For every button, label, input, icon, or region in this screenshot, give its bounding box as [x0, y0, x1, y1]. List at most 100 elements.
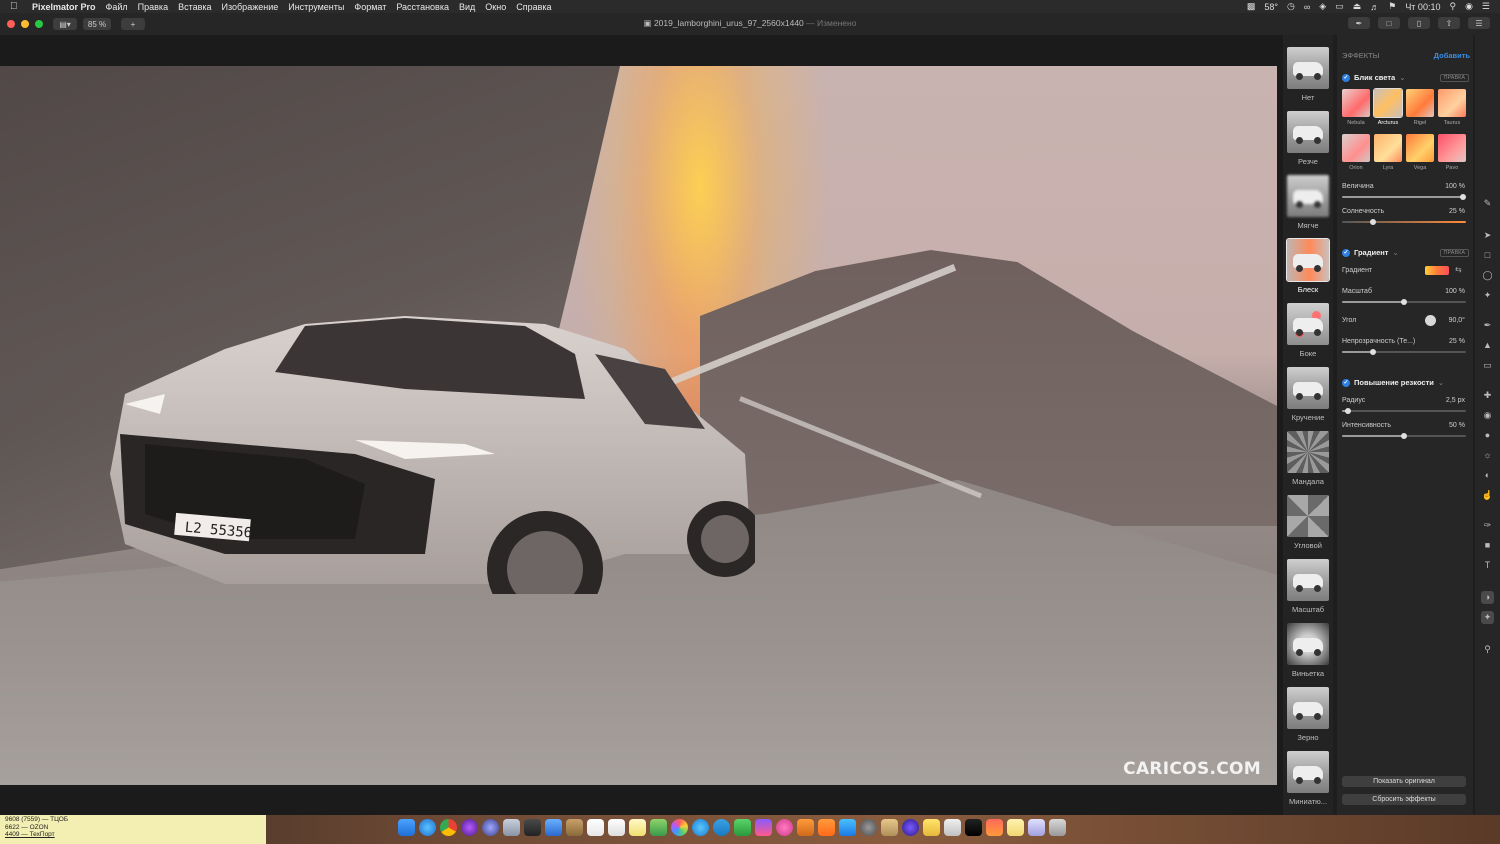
effect-soften-thumb[interactable] [1287, 175, 1329, 217]
maps-icon[interactable] [650, 819, 667, 836]
magnitude-slider[interactable] [1342, 194, 1466, 200]
wifi-icon[interactable]: ◈ [1319, 1, 1326, 12]
inspector-toggle-button[interactable]: ☰ [1468, 17, 1490, 29]
adjust-tool-icon[interactable]: ◑ [1481, 591, 1494, 604]
textedit-icon[interactable] [944, 819, 961, 836]
eject-icon[interactable]: ⏏ [1353, 1, 1362, 12]
podcasts-icon[interactable] [461, 819, 478, 836]
light-leak-edit-badge[interactable]: ПРАВКА [1439, 74, 1469, 82]
add-button[interactable]: + [121, 18, 145, 30]
gradient-swatch[interactable] [1425, 266, 1449, 275]
opacity-value[interactable]: 25 % [1449, 338, 1465, 345]
menu-view[interactable]: Вид [459, 2, 475, 12]
effect-miniature-thumb[interactable] [1287, 751, 1329, 793]
clone-tool-icon[interactable]: ◉ [1481, 409, 1494, 422]
light-leak-checkbox[interactable]: ✓ [1342, 73, 1350, 82]
preset-arcturus[interactable] [1373, 88, 1403, 118]
zoom-tool-icon[interactable]: ⚲ [1481, 643, 1494, 656]
vlc-icon[interactable] [797, 819, 814, 836]
preset-orion[interactable] [1342, 134, 1370, 162]
repair-tool-icon[interactable]: ✚ [1481, 389, 1494, 402]
contacts-icon[interactable] [566, 819, 583, 836]
gradient-header[interactable]: ✓ Градиент ⌄ [1342, 248, 1399, 257]
paint-tool-icon[interactable]: ✒ [1481, 319, 1494, 332]
system-preferences-icon[interactable] [860, 819, 877, 836]
safari-icon[interactable] [419, 819, 436, 836]
temperature-label[interactable]: 58° [1264, 2, 1278, 12]
preset-vega[interactable] [1406, 134, 1434, 162]
notes-app-icon[interactable] [629, 819, 646, 836]
opacity-slider[interactable] [1342, 349, 1466, 355]
effect-none-thumb[interactable] [1287, 47, 1329, 89]
preset-pavo[interactable] [1438, 134, 1466, 162]
effect-twirl-thumb[interactable] [1287, 367, 1329, 409]
siri-icon[interactable]: ◉ [1465, 1, 1473, 12]
volume-icon[interactable]: ♬ [1370, 2, 1379, 12]
books-icon[interactable] [818, 819, 835, 836]
cpu-meter-icon[interactable]: ▩ [1247, 1, 1256, 12]
scale-value[interactable]: 100 % [1445, 288, 1465, 295]
arrange-tool-icon[interactable]: ➤ [1481, 229, 1494, 242]
mission-control-icon[interactable] [524, 819, 541, 836]
sponge-tool-icon[interactable]: ◐ [1481, 469, 1494, 482]
effect-bokeh-thumb[interactable] [1287, 303, 1329, 345]
reset-effects-button[interactable]: Сбросить эффекты [1342, 794, 1466, 805]
radius-slider[interactable] [1342, 408, 1466, 414]
share-button[interactable]: ⇧ [1438, 17, 1460, 29]
effect-glow-thumb[interactable] [1286, 238, 1330, 282]
close-window-button[interactable] [7, 20, 15, 28]
time-machine-icon[interactable]: ◷ [1287, 1, 1295, 12]
menu-edit[interactable]: Правка [138, 2, 168, 12]
messages-icon[interactable] [692, 819, 709, 836]
preset-lyra[interactable] [1374, 134, 1402, 162]
airplay-icon[interactable]: ▭ [1335, 1, 1344, 12]
menu-file[interactable]: Файл [106, 2, 128, 12]
tools-toggle-button[interactable]: ✒ [1348, 17, 1370, 29]
music-icon[interactable] [776, 819, 793, 836]
menu-window[interactable]: Окно [485, 2, 506, 12]
clock-label[interactable]: Чт 00:10 [1405, 2, 1440, 12]
effect-zoom-thumb[interactable] [1287, 559, 1329, 601]
flag-icon[interactable]: ⚑ [1388, 1, 1396, 12]
menu-arrange[interactable]: Расстановка [396, 2, 449, 12]
lighten-tool-icon[interactable]: ☼ [1481, 449, 1494, 462]
preview-icon[interactable] [545, 819, 562, 836]
selection-tool-icon[interactable]: □ [1481, 249, 1494, 262]
menu-help[interactable]: Справка [516, 2, 551, 12]
quick-selection-tool-icon[interactable]: ✦ [1481, 289, 1494, 302]
effect-kaleidoscope-thumb[interactable] [1287, 495, 1329, 537]
downloads-folder-icon[interactable] [1028, 819, 1045, 836]
reminders-icon[interactable] [608, 819, 625, 836]
magnitude-value[interactable]: 100 % [1445, 183, 1465, 190]
apple-menu-icon[interactable]:  [10, 1, 24, 12]
app-store-icon[interactable] [839, 819, 856, 836]
sharpen-checkbox[interactable]: ✓ [1342, 378, 1350, 387]
export-button[interactable]: ▯ [1408, 17, 1430, 29]
sunniness-value[interactable]: 25 % [1449, 208, 1465, 215]
gradient-checkbox[interactable]: ✓ [1342, 248, 1350, 257]
preset-taurus[interactable] [1438, 89, 1466, 117]
chrome-icon[interactable] [440, 819, 457, 836]
pixelmator-pro-icon[interactable] [986, 819, 1003, 836]
lasso-tool-icon[interactable]: ◯ [1481, 269, 1494, 282]
trash-icon[interactable] [1049, 819, 1066, 836]
photos-icon[interactable] [671, 819, 688, 836]
documents-folder-icon[interactable] [1007, 819, 1024, 836]
angle-dial[interactable] [1425, 315, 1436, 326]
add-effect-button[interactable]: Добавить [1434, 51, 1470, 60]
tor-browser-icon[interactable] [902, 819, 919, 836]
bluetooth-icon[interactable]: ∞ [1304, 2, 1310, 12]
show-original-button[interactable]: Показать оригинал [1342, 776, 1466, 787]
angle-value[interactable]: 90,0° [1449, 317, 1465, 324]
spotlight-icon[interactable]: ⚲ [1449, 1, 1456, 12]
menu-tools[interactable]: Инструменты [288, 2, 344, 12]
pen-tool-icon[interactable]: ✑ [1481, 519, 1494, 532]
effect-vignette-thumb[interactable] [1287, 623, 1329, 665]
erase-tool-icon[interactable]: ▭ [1481, 359, 1494, 372]
photo-booth-icon[interactable] [755, 819, 772, 836]
type-tool-icon[interactable]: T [1481, 559, 1494, 572]
style-tool-icon[interactable]: ✎ [1481, 197, 1494, 210]
zoom-select[interactable]: 85 % [83, 18, 111, 30]
finder-icon[interactable] [398, 819, 415, 836]
menu-image[interactable]: Изображение [222, 2, 279, 12]
